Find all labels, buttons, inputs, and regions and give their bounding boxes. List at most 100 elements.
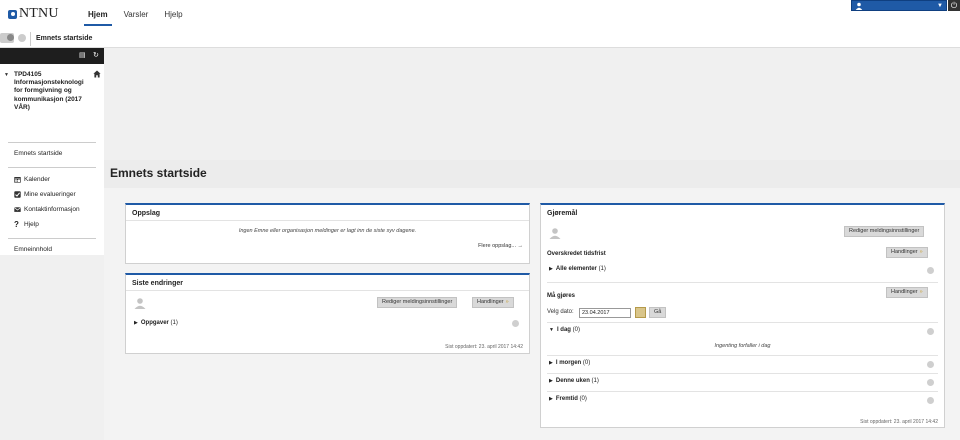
sidebar-link-emneinnhold[interactable]: Emneinnhold — [0, 243, 104, 257]
module-gjoremal: Gjøremål Rediger meldingsinnstillinger H… — [540, 203, 945, 428]
item-count: (0) — [582, 360, 591, 366]
top-navigation: NTNU Hjem Varsler Hjelp ▼ ⏻ — [0, 0, 960, 30]
question-icon: ? — [14, 220, 19, 229]
toggle-knob-icon — [7, 34, 14, 41]
sidebar-item-label: Kalender — [24, 176, 51, 183]
list-item-oppgaver[interactable]: ▶ Oppgaver (1) — [134, 320, 178, 326]
item-options-icon[interactable] — [512, 320, 519, 327]
home-icon[interactable] — [93, 70, 101, 78]
sidebar-item-evalueringer[interactable]: Mine evalueringer — [0, 187, 104, 202]
item-options-icon[interactable] — [927, 397, 934, 404]
empty-message: Ingen Emne eller organisasjon meldinger … — [238, 228, 417, 234]
title-band — [104, 160, 960, 188]
sidebar-item-label: Hjelp — [24, 221, 39, 228]
envelope-icon — [14, 207, 21, 212]
item-label: I dag — [556, 327, 571, 333]
section-due: Må gjøres — [547, 293, 576, 299]
course-sidebar: ▤ ↻ ▼ TPD4105 Informasjonsteknologi for … — [0, 48, 104, 255]
expand-caret-icon: ▶ — [134, 320, 138, 326]
item-count: (0) — [572, 327, 580, 333]
list-item-i-morgen[interactable]: ▶ I morgen (0) — [549, 360, 590, 366]
item-count: (1) — [591, 378, 599, 384]
list-item-fremtid[interactable]: ▶ Fremtid (0) — [549, 396, 587, 402]
section-divider — [547, 391, 938, 392]
expand-caret-icon: ▶ — [549, 360, 553, 366]
module-title: Oppslag — [126, 205, 529, 221]
go-button[interactable]: Gå — [649, 307, 667, 318]
checkbox-icon — [14, 191, 21, 198]
module-title: Gjøremål — [547, 210, 578, 217]
collapse-caret-icon[interactable]: ▼ — [4, 72, 9, 78]
item-count: (1) — [170, 320, 178, 326]
expand-caret-icon: ▶ — [549, 266, 553, 272]
menu-toggle[interactable] — [0, 33, 14, 43]
more-announcements-link[interactable]: Flere oppslag... → — [126, 243, 529, 249]
refresh-icon[interactable]: ↻ — [93, 52, 99, 60]
logo-text: NTNU — [19, 6, 59, 21]
list-item-alle-elementer[interactable]: ▶ Alle elementer (1) — [549, 266, 606, 272]
breadcrumb-current: Emnets startside — [36, 35, 93, 42]
section-divider — [547, 282, 938, 283]
item-options-icon[interactable] — [927, 361, 934, 368]
actions-caret-icon: » — [505, 299, 509, 305]
actions-label: Handlinger — [477, 299, 504, 305]
actions-caret-icon: » — [919, 249, 923, 255]
avatar-icon — [549, 228, 561, 239]
course-menu-icon[interactable] — [18, 34, 26, 42]
tab-varsler[interactable]: Varsler — [116, 0, 157, 30]
actions-button[interactable]: Handlinger» — [472, 297, 514, 308]
sidebar-item-kontakt[interactable]: Kontaktinformasjon — [0, 202, 104, 217]
ntnu-logo[interactable]: NTNU — [8, 6, 59, 22]
module-title: Siste endringer — [126, 275, 529, 291]
item-label: Fremtid — [555, 396, 578, 402]
nothing-due-message: Ingenting forfaller i dag — [714, 343, 771, 349]
sidebar-item-kalender[interactable]: Kalender — [0, 172, 104, 187]
sidebar-link-startside[interactable]: Emnets startside — [0, 147, 104, 161]
folder-view-icon[interactable]: ▤ — [79, 52, 86, 60]
breadcrumb-bar: Emnets startside — [0, 30, 960, 48]
item-label: I morgen — [555, 360, 582, 366]
edit-notification-settings-button[interactable]: Rediger meldingsinnstillinger — [377, 297, 458, 308]
item-label: Alle elementer — [555, 266, 597, 272]
sidebar-course-header: ▼ TPD4105 Informasjonsteknologi for form… — [0, 64, 104, 142]
user-icon — [855, 2, 863, 10]
date-picker-icon[interactable] — [635, 307, 646, 318]
collapse-caret-icon: ▼ — [549, 327, 554, 333]
breadcrumb-divider — [30, 32, 31, 46]
nav-tabs: Hjem Varsler Hjelp — [80, 0, 191, 30]
date-label: Velg dato: — [547, 309, 574, 315]
actions-caret-icon: » — [919, 289, 923, 295]
item-options-icon[interactable] — [927, 328, 934, 335]
user-menu[interactable]: ▼ — [851, 0, 947, 11]
sidebar-item-hjelp[interactable]: ? Hjelp — [0, 217, 104, 232]
actions-label: Handlinger — [891, 249, 918, 255]
module-siste-endringer: Siste endringer Rediger meldingsinnstill… — [125, 273, 530, 354]
user-menu-caret-icon: ▼ — [937, 3, 943, 9]
item-options-icon[interactable] — [927, 379, 934, 386]
course-title[interactable]: TPD4105 Informasjonsteknologi for formgi… — [14, 71, 92, 112]
list-item-i-dag[interactable]: ▼ I dag (0) — [549, 327, 580, 333]
expand-caret-icon: ▶ — [549, 396, 553, 402]
actions-button[interactable]: Handlinger» — [886, 287, 928, 298]
section-divider — [547, 322, 938, 323]
item-options-icon[interactable] — [927, 267, 934, 274]
item-count: (1) — [598, 266, 606, 272]
logout-button[interactable]: ⏻ — [948, 0, 960, 11]
date-input[interactable]: 23.04.2017 — [579, 308, 631, 318]
tab-hjem[interactable]: Hjem — [80, 0, 116, 30]
page-title: Emnets startside — [110, 166, 207, 180]
item-count: (0) — [579, 396, 587, 402]
edit-notification-settings-button[interactable]: Rediger meldingsinnstillinger — [844, 226, 925, 237]
tab-hjelp[interactable]: Hjelp — [156, 0, 190, 30]
sidebar-toolbar: ▤ ↻ — [0, 48, 104, 64]
sidebar-item-label: Mine evalueringer — [24, 191, 76, 198]
last-updated: Sist oppdatert: 23. april 2017 14:42 — [445, 344, 523, 350]
list-item-denne-uken[interactable]: ▶ Denne uken (1) — [549, 378, 599, 384]
item-label: Oppgaver — [140, 320, 169, 326]
actions-label: Handlinger — [891, 289, 918, 295]
ntnu-logo-icon — [8, 9, 17, 19]
power-icon: ⏻ — [950, 1, 958, 10]
actions-button[interactable]: Handlinger» — [886, 247, 928, 258]
expand-caret-icon: ▶ — [549, 378, 553, 384]
section-divider — [547, 373, 938, 374]
